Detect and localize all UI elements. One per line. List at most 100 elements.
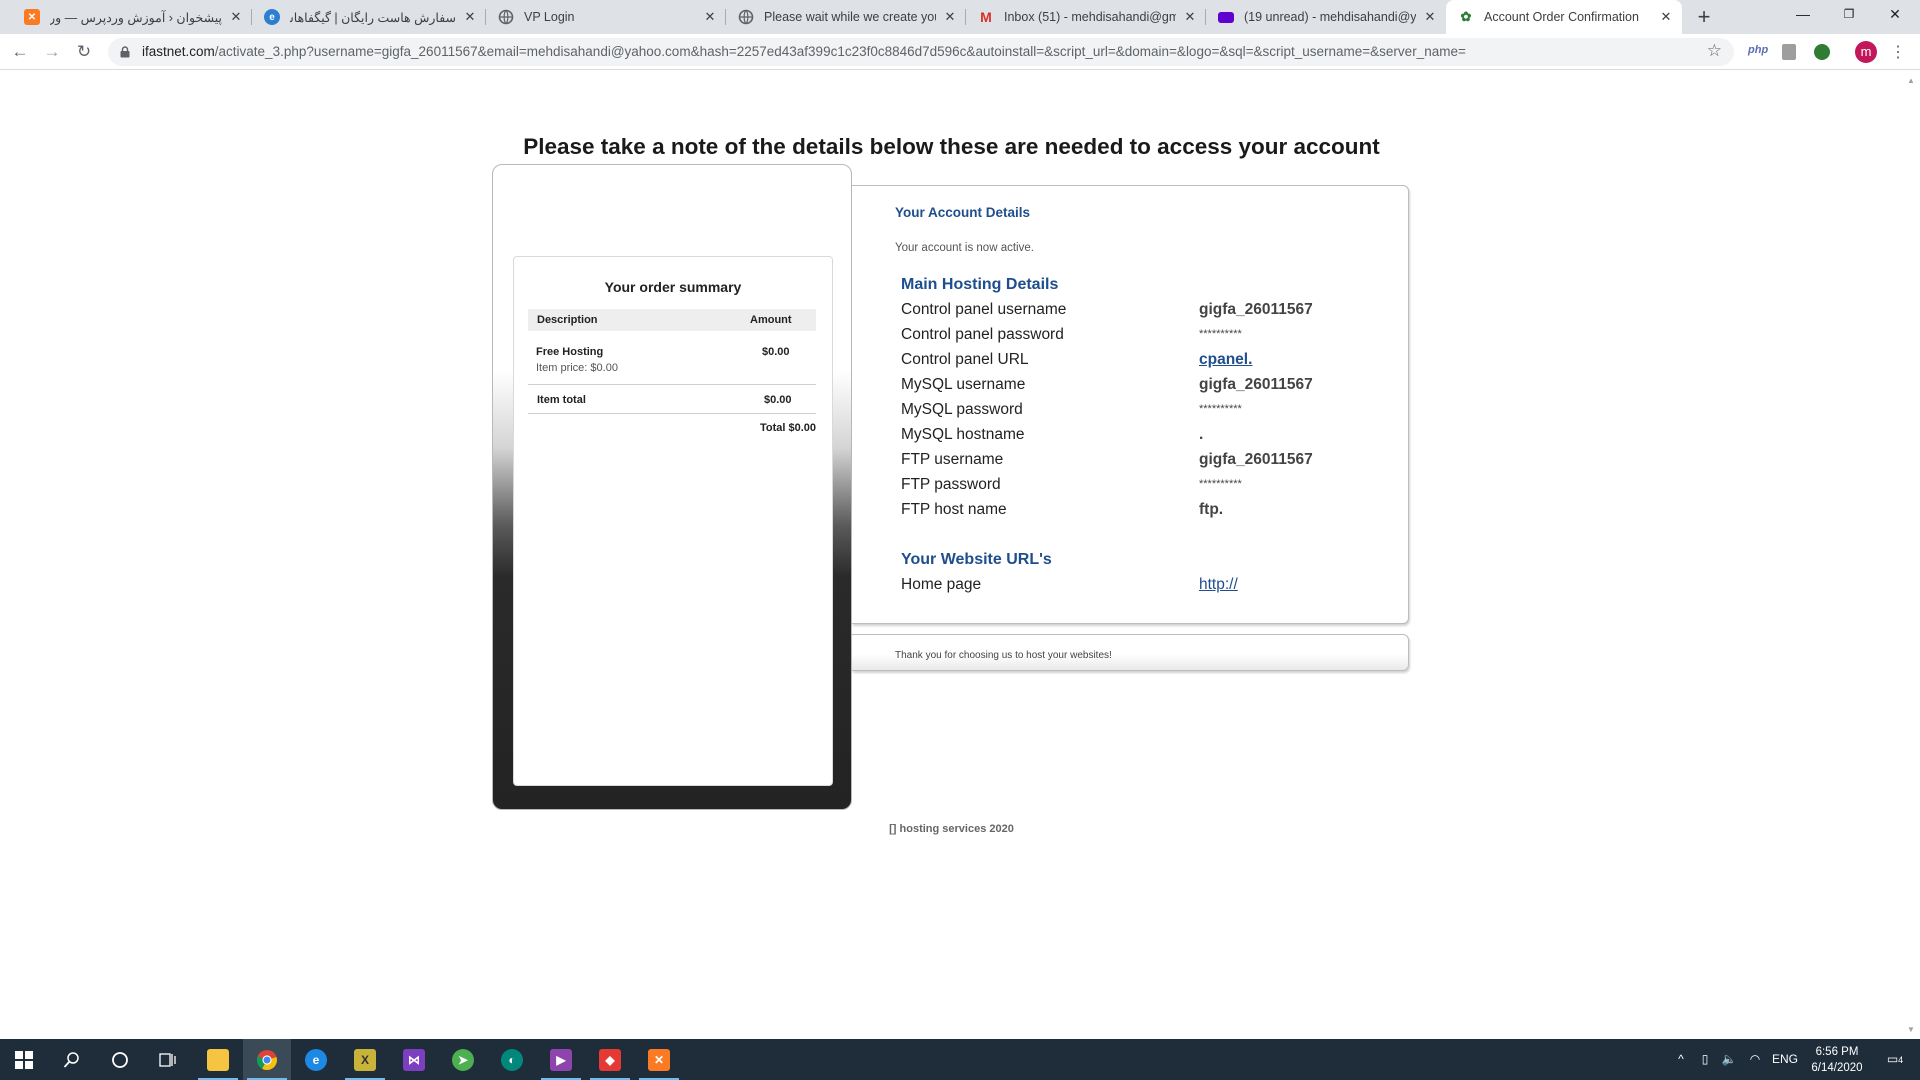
close-tab-icon[interactable]: ✕ bbox=[1182, 9, 1198, 25]
detail-label: Home page bbox=[901, 576, 982, 593]
cpanel-link[interactable]: cpanel. bbox=[1199, 351, 1252, 369]
vs-community-icon[interactable]: ▶ bbox=[537, 1039, 585, 1080]
account-details-title: Your Account Details bbox=[895, 205, 1031, 220]
col-description: Description bbox=[537, 314, 598, 326]
account-status: Your account is now active. bbox=[895, 242, 1034, 254]
website-urls-title: Your Website URL's bbox=[901, 551, 1052, 568]
scroll-up-icon[interactable]: ▲ bbox=[1907, 76, 1915, 85]
detail-row-ftp-password: FTP password ********** bbox=[901, 476, 1381, 501]
detail-row-ftp-hostname: FTP host name ftp. bbox=[901, 501, 1381, 526]
detail-label: MySQL hostname bbox=[901, 426, 1025, 443]
edge-icon: e bbox=[264, 9, 280, 25]
detail-row-mysql-password: MySQL password ********** bbox=[901, 401, 1381, 426]
telegram-icon[interactable]: ➤ bbox=[439, 1039, 487, 1080]
tab-title: Please wait while we create your bbox=[764, 10, 936, 24]
tab-title: Account Order Confirmation bbox=[1484, 10, 1639, 24]
page-scrollbar[interactable]: ▲ ▼ bbox=[1903, 71, 1920, 1039]
col-amount: Amount bbox=[750, 314, 792, 326]
clock[interactable]: 6:56 PM 6/14/2020 bbox=[1802, 1044, 1872, 1076]
item-name: Free Hosting bbox=[536, 346, 604, 358]
browser-toolbar: ← → ↻ ifastnet.com/activate_3.php?userna… bbox=[0, 34, 1920, 70]
minimize-button[interactable]: — bbox=[1780, 0, 1826, 30]
grand-total: Total $0.00 bbox=[759, 422, 816, 434]
detail-label: FTP host name bbox=[901, 501, 1007, 518]
clock-time: 6:56 PM bbox=[1815, 1046, 1859, 1058]
back-button[interactable]: ← bbox=[8, 40, 32, 64]
cortana-icon[interactable] bbox=[96, 1039, 144, 1080]
xampp-control-icon[interactable]: X bbox=[341, 1039, 389, 1080]
scroll-down-icon[interactable]: ▼ bbox=[1907, 1025, 1915, 1034]
tab-please-wait[interactable]: Please wait while we create your ✕ bbox=[726, 0, 966, 34]
notification-center-icon[interactable]: ▭4 bbox=[1878, 1039, 1912, 1080]
php-extension-icon[interactable]: php bbox=[1748, 44, 1768, 60]
order-summary-card: Your order summary Description Amount Fr… bbox=[513, 256, 833, 786]
detail-label: Control panel username bbox=[901, 301, 1067, 318]
close-window-button[interactable]: ✕ bbox=[1872, 0, 1918, 30]
pdf-extension-icon[interactable] bbox=[1782, 44, 1796, 60]
more-menu-icon[interactable]: ⋮ bbox=[1890, 42, 1906, 62]
tab-title: پیشخوان ‹ آموزش وردپرس — وردپر bbox=[50, 10, 222, 25]
search-icon[interactable] bbox=[48, 1039, 96, 1080]
file-explorer-icon[interactable] bbox=[194, 1039, 242, 1080]
detail-row-cp-username: Control panel username gigfa_26011567 bbox=[901, 301, 1381, 326]
profile-avatar[interactable]: m bbox=[1855, 41, 1877, 63]
url-text: ifastnet.com/activate_3.php?username=gig… bbox=[142, 44, 1466, 59]
chrome-icon[interactable] bbox=[243, 1039, 291, 1080]
tab-gigfa-order[interactable]: e سفارش هاست رایگان | گیگفاهاست ✕ bbox=[252, 0, 486, 34]
close-tab-icon[interactable]: ✕ bbox=[702, 9, 718, 25]
order-summary-title: Your order summary bbox=[604, 279, 742, 295]
language-indicator[interactable]: ENG bbox=[1770, 1039, 1800, 1080]
start-button[interactable] bbox=[0, 1039, 48, 1080]
order-summary-frame: Your order summary Description Amount Fr… bbox=[492, 164, 852, 810]
tab-title: Inbox (51) - mehdisahandi@gmail bbox=[1004, 10, 1176, 24]
forward-button[interactable]: → bbox=[40, 40, 64, 64]
volume-icon[interactable]: 🔈 bbox=[1718, 1039, 1740, 1080]
app-icon[interactable]: ◐ bbox=[488, 1039, 536, 1080]
detail-value: . bbox=[1199, 426, 1204, 443]
yahoo-mail-icon bbox=[1218, 11, 1234, 23]
globe-icon bbox=[738, 9, 754, 25]
detail-label: FTP password bbox=[901, 476, 1001, 493]
gmail-icon: M bbox=[980, 9, 992, 25]
close-tab-icon[interactable]: ✕ bbox=[228, 9, 244, 25]
tab-wordpress-dashboard[interactable]: ✕ پیشخوان ‹ آموزش وردپرس — وردپر ✕ bbox=[12, 0, 252, 34]
globe-extension-icon[interactable] bbox=[1814, 44, 1830, 60]
task-view-icon[interactable] bbox=[144, 1039, 192, 1080]
network-icon[interactable]: ◠ bbox=[1744, 1039, 1766, 1080]
close-tab-icon[interactable]: ✕ bbox=[462, 9, 478, 25]
close-tab-icon[interactable]: ✕ bbox=[942, 9, 958, 25]
close-tab-icon[interactable]: ✕ bbox=[1658, 9, 1674, 25]
detail-value: ********** bbox=[1199, 403, 1242, 415]
tab-yahoo-mail[interactable]: (19 unread) - mehdisahandi@yah ✕ bbox=[1206, 0, 1446, 34]
notification-count: 4 bbox=[1898, 1055, 1904, 1065]
anydesk-icon[interactable]: ◆ bbox=[586, 1039, 634, 1080]
detail-row-ftp-username: FTP username gigfa_26011567 bbox=[901, 451, 1381, 476]
detail-label: Control panel password bbox=[901, 326, 1064, 343]
edge-icon[interactable]: e bbox=[292, 1039, 340, 1080]
detail-row-mysql-hostname: MySQL hostname . bbox=[901, 426, 1381, 451]
site-icon: ✿ bbox=[1460, 9, 1472, 24]
xampp-icon[interactable]: ✕ bbox=[635, 1039, 683, 1080]
tab-account-order-confirmation[interactable]: ✿ Account Order Confirmation ✕ bbox=[1446, 0, 1682, 34]
new-tab-button[interactable]: + bbox=[1690, 4, 1718, 32]
bookmark-star-icon[interactable]: ☆ bbox=[1707, 41, 1722, 61]
clock-date: 6/14/2020 bbox=[1811, 1062, 1863, 1074]
tab-vp-login[interactable]: VP Login ✕ bbox=[486, 0, 726, 34]
item-total-value: $0.00 bbox=[764, 394, 792, 406]
xampp-icon: ✕ bbox=[24, 9, 40, 25]
show-hidden-icons[interactable]: ^ bbox=[1672, 1039, 1690, 1080]
detail-value: gigfa_26011567 bbox=[1199, 451, 1313, 468]
thank-you-panel: Thank you for choosing us to host your w… bbox=[852, 634, 1409, 671]
main-hosting-title: Main Hosting Details bbox=[901, 276, 1059, 293]
item-total-row: Item total $0.00 bbox=[528, 385, 816, 414]
reload-button[interactable]: ↻ bbox=[72, 40, 96, 64]
restore-button[interactable]: ❐ bbox=[1826, 0, 1872, 30]
battery-icon[interactable]: ▯ bbox=[1696, 1039, 1714, 1080]
tab-gmail-inbox[interactable]: M Inbox (51) - mehdisahandi@gmail ✕ bbox=[966, 0, 1206, 34]
home-page-link[interactable]: http:// bbox=[1199, 576, 1238, 594]
close-tab-icon[interactable]: ✕ bbox=[1422, 9, 1438, 25]
visual-studio-icon[interactable]: ⋈ bbox=[390, 1039, 438, 1080]
address-bar[interactable]: ifastnet.com/activate_3.php?username=gig… bbox=[108, 38, 1734, 66]
detail-row-cp-password: Control panel password ********** bbox=[901, 326, 1381, 351]
tab-title: (19 unread) - mehdisahandi@yah bbox=[1244, 10, 1416, 24]
